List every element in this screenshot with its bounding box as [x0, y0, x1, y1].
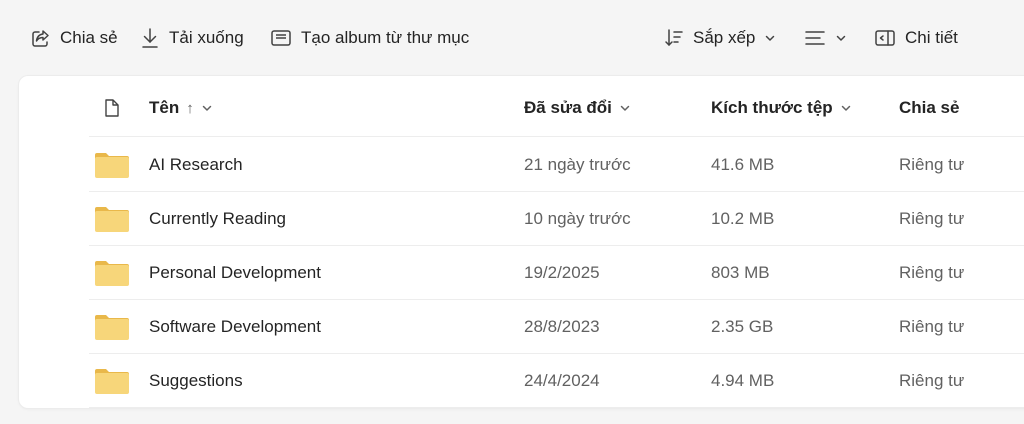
table-header: Tên ↑ Đã sửa đổi Kích thước tệp Chia sẻ: [89, 80, 1024, 137]
table-row[interactable]: Suggestions 24/4/2024 4.94 MB Riêng tư: [89, 354, 1024, 408]
sharing-status: Riêng tư: [899, 262, 965, 282]
modified-date: 28/8/2023: [524, 316, 600, 336]
modified-date: 24/4/2024: [524, 370, 600, 390]
chevron-down-icon: [766, 35, 775, 41]
folder-icon: [89, 300, 135, 353]
table-row[interactable]: Software Development 28/8/2023 2.35 GB R…: [89, 300, 1024, 354]
file-icon: [105, 99, 119, 117]
name-column-header[interactable]: Tên ↑: [149, 80, 213, 136]
chevron-down-icon: [202, 105, 211, 111]
sharing-status: Riêng tư: [899, 316, 965, 336]
sharing-status: Riêng tư: [899, 154, 965, 174]
sort-label: Sắp xếp: [693, 28, 756, 47]
modified-date: 21 ngày trước: [524, 154, 631, 174]
download-icon: [142, 28, 158, 48]
download-button[interactable]: Tải xuống: [140, 22, 244, 54]
table-row[interactable]: Currently Reading 10 ngày trước 10.2 MB …: [89, 192, 1024, 246]
modified-date: 19/2/2025: [524, 262, 600, 282]
create-album-label: Tạo album từ thư mục: [301, 28, 470, 47]
details-button[interactable]: Chi tiết: [874, 22, 958, 54]
file-size: 10.2 MB: [711, 208, 775, 228]
chevron-down-icon: [620, 105, 630, 111]
sharing-header-label: Chia sẻ: [899, 98, 960, 117]
share-icon: [32, 29, 49, 47]
file-size: 2.35 GB: [711, 316, 774, 336]
sort-ascending-icon: ↑: [186, 99, 194, 117]
details-pane-icon: [875, 30, 895, 46]
share-button[interactable]: Chia sẻ: [30, 22, 118, 54]
folder-icon: [89, 138, 135, 191]
file-list: Tên ↑ Đã sửa đổi Kích thước tệp Chia sẻ …: [19, 76, 1024, 408]
folder-icon: [89, 246, 135, 299]
download-label: Tải xuống: [169, 28, 244, 47]
sort-icon: [665, 29, 683, 46]
view-options-button[interactable]: [804, 22, 847, 54]
command-bar: Chia sẻ Tải xuống Tạo album từ thư mục S…: [0, 0, 1024, 76]
list-view-icon: [805, 31, 825, 45]
file-type-column-header[interactable]: [89, 80, 135, 136]
folder-name[interactable]: AI Research: [149, 138, 243, 191]
size-column-header[interactable]: Kích thước tệp: [711, 80, 852, 136]
folder-name[interactable]: Suggestions: [149, 354, 243, 407]
modified-header-label: Đã sửa đổi: [524, 98, 612, 117]
size-header-label: Kích thước tệp: [711, 98, 833, 117]
create-album-button[interactable]: Tạo album từ thư mục: [270, 22, 469, 54]
sharing-status: Riêng tư: [899, 370, 965, 390]
chevron-down-icon: [841, 105, 850, 111]
sharing-status: Riêng tư: [899, 208, 965, 228]
details-label: Chi tiết: [905, 28, 958, 47]
file-size: 4.94 MB: [711, 370, 775, 390]
folder-name[interactable]: Currently Reading: [149, 192, 286, 245]
file-size: 803 MB: [711, 262, 770, 282]
folder-name[interactable]: Personal Development: [149, 246, 321, 299]
sort-button[interactable]: Sắp xếp: [664, 22, 776, 54]
chevron-down-icon: [836, 35, 846, 41]
folder-icon: [89, 192, 135, 245]
album-icon: [271, 30, 291, 46]
table-row[interactable]: Personal Development 19/2/2025 803 MB Ri…: [89, 246, 1024, 300]
file-size: 41.6 MB: [711, 154, 775, 174]
folder-name[interactable]: Software Development: [149, 300, 321, 353]
share-label: Chia sẻ: [60, 28, 118, 47]
folder-icon: [89, 354, 135, 407]
table-row[interactable]: AI Research 21 ngày trước 41.6 MB Riêng …: [89, 138, 1024, 192]
modified-column-header[interactable]: Đã sửa đổi: [524, 80, 631, 136]
name-header-label: Tên: [149, 98, 180, 117]
modified-date: 10 ngày trước: [524, 208, 631, 228]
sharing-column-header[interactable]: Chia sẻ: [899, 80, 959, 136]
